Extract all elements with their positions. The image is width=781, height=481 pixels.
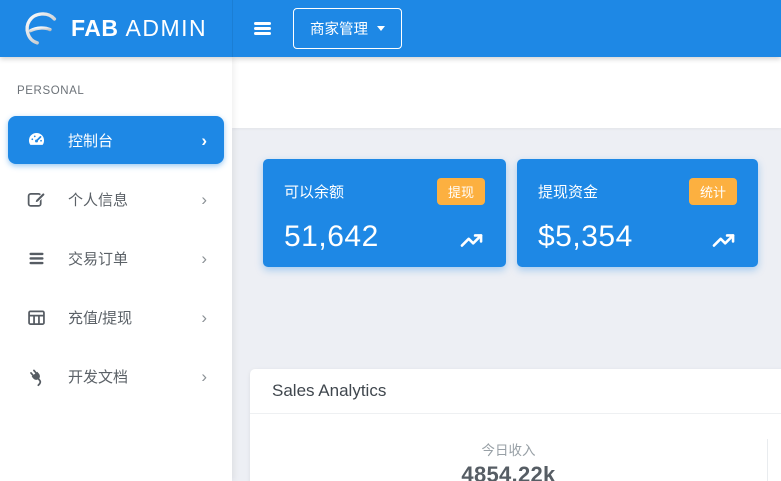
fab-logo-icon (20, 9, 60, 49)
balance-card-value: 51,642 (284, 220, 379, 254)
sidebar-item-recharge-withdraw[interactable]: 充值/提现 › (8, 293, 224, 341)
sidebar-item-profile[interactable]: 个人信息 › (8, 175, 224, 223)
sales-analytics-title: Sales Analytics (250, 369, 781, 414)
brand-name: FAB ADMIN (71, 15, 207, 42)
page-header-strip (232, 57, 781, 128)
topbar: FAB ADMIN 商家管理 (0, 0, 781, 57)
brand-logo[interactable]: FAB ADMIN (0, 0, 232, 57)
balance-card-title: 可以余额 (284, 181, 344, 202)
trending-up-icon (710, 227, 737, 254)
sidebar-section-label: PERSONAL (0, 57, 232, 97)
today-income-stat: 今日收入 4854,22k (250, 414, 767, 481)
withdraw-funds-card-title: 提现资金 (538, 181, 598, 202)
caret-down-icon (377, 26, 385, 31)
merchant-management-dropdown[interactable]: 商家管理 (293, 8, 402, 49)
table-icon (25, 306, 47, 328)
sidebar-item-label: 开发文档 (68, 366, 128, 387)
sidebar: PERSONAL 控制台 › (0, 57, 232, 481)
sidebar-item-orders[interactable]: 交易订单 › (8, 234, 224, 282)
withdraw-funds-card: 提现资金 统计 $5,354 (517, 159, 758, 267)
chevron-right-icon: › (201, 191, 207, 208)
sidebar-menu: 控制台 › 个人信息 › 交易订单 › (0, 97, 232, 400)
list-icon (25, 247, 47, 269)
today-income-value: 4854,22k (461, 462, 555, 481)
chevron-right-icon: › (201, 250, 207, 267)
chevron-right-icon: › (201, 309, 207, 326)
brand-name-light: ADMIN (126, 15, 208, 41)
edit-icon (25, 188, 47, 210)
brand-name-bold: FAB (71, 15, 119, 41)
chevron-right-icon: › (201, 132, 207, 149)
withdraw-funds-card-value: $5,354 (538, 220, 633, 254)
trending-up-icon (458, 227, 485, 254)
sidebar-item-dashboard[interactable]: 控制台 › (8, 116, 224, 164)
chevron-right-icon: › (201, 368, 207, 385)
statistics-button[interactable]: 统计 (689, 178, 737, 205)
content-area: 可以余额 提现 51,642 提现资金 统计 $5,354 (232, 128, 781, 481)
sidebar-item-label: 交易订单 (68, 248, 128, 269)
merchant-management-label: 商家管理 (310, 18, 368, 39)
sidebar-item-label: 个人信息 (68, 189, 128, 210)
balance-card: 可以余额 提现 51,642 (263, 159, 506, 267)
withdraw-button[interactable]: 提现 (437, 178, 485, 205)
stat-column-clipped (768, 414, 781, 481)
topbar-nav: 商家管理 (232, 0, 781, 57)
sales-analytics-card: Sales Analytics 今日收入 4854,22k (250, 369, 781, 481)
sidebar-item-label: 充值/提现 (68, 307, 132, 328)
sidebar-item-label: 控制台 (68, 130, 113, 151)
dashboard-icon (25, 129, 47, 151)
today-income-label: 今日收入 (482, 439, 536, 459)
hamburger-icon[interactable] (254, 20, 271, 38)
main-content: 可以余额 提现 51,642 提现资金 统计 $5,354 (232, 57, 781, 481)
sidebar-item-dev-docs[interactable]: 开发文档 › (8, 352, 224, 400)
plug-icon (25, 365, 47, 387)
